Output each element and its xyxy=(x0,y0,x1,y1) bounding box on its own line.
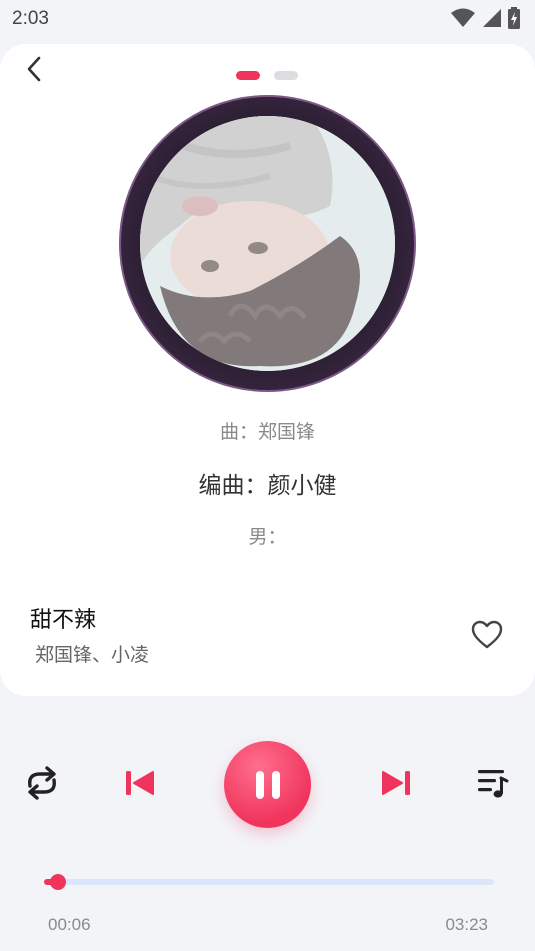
favorite-button[interactable] xyxy=(471,620,503,650)
skip-previous-icon xyxy=(126,771,154,795)
status-icons xyxy=(451,7,521,33)
repeat-mode-button[interactable] xyxy=(20,764,64,802)
playlist-button[interactable] xyxy=(474,765,510,801)
male-vocal-credit: 男： xyxy=(248,526,287,548)
playlist-icon xyxy=(478,770,509,798)
cell-signal-icon xyxy=(481,8,501,32)
chevron-left-icon xyxy=(27,56,41,82)
play-pause-button[interactable] xyxy=(224,741,311,828)
back-button[interactable] xyxy=(22,54,48,84)
status-time: 2:03 xyxy=(12,8,49,29)
skip-next-icon xyxy=(382,771,410,795)
page-indicator xyxy=(236,71,298,80)
heart-icon xyxy=(471,620,503,649)
status-bar: 2:03 xyxy=(0,0,535,40)
elapsed-time: 00:06 xyxy=(48,915,91,934)
progress-track[interactable] xyxy=(44,879,494,885)
song-title: 甜不辣 xyxy=(30,608,97,633)
album-cover xyxy=(140,116,395,371)
next-track-button[interactable] xyxy=(378,767,414,799)
battery-charging-icon xyxy=(507,7,521,33)
arranger-credit: 编曲：颜小健 xyxy=(198,473,337,499)
wifi-icon xyxy=(451,8,475,32)
repeat-icon xyxy=(28,766,56,800)
song-artist: 郑国锋、小凌 xyxy=(35,644,150,666)
pause-icon xyxy=(255,770,280,799)
composer-credit: 曲：郑国锋 xyxy=(219,421,315,443)
progress-thumb[interactable] xyxy=(50,874,66,890)
album-cover-image xyxy=(140,116,395,371)
page-dot-lyrics[interactable] xyxy=(274,71,298,80)
total-time: 03:23 xyxy=(445,915,488,934)
page-dot-lyrics-cover[interactable] xyxy=(236,71,260,80)
previous-track-button[interactable] xyxy=(122,767,158,799)
